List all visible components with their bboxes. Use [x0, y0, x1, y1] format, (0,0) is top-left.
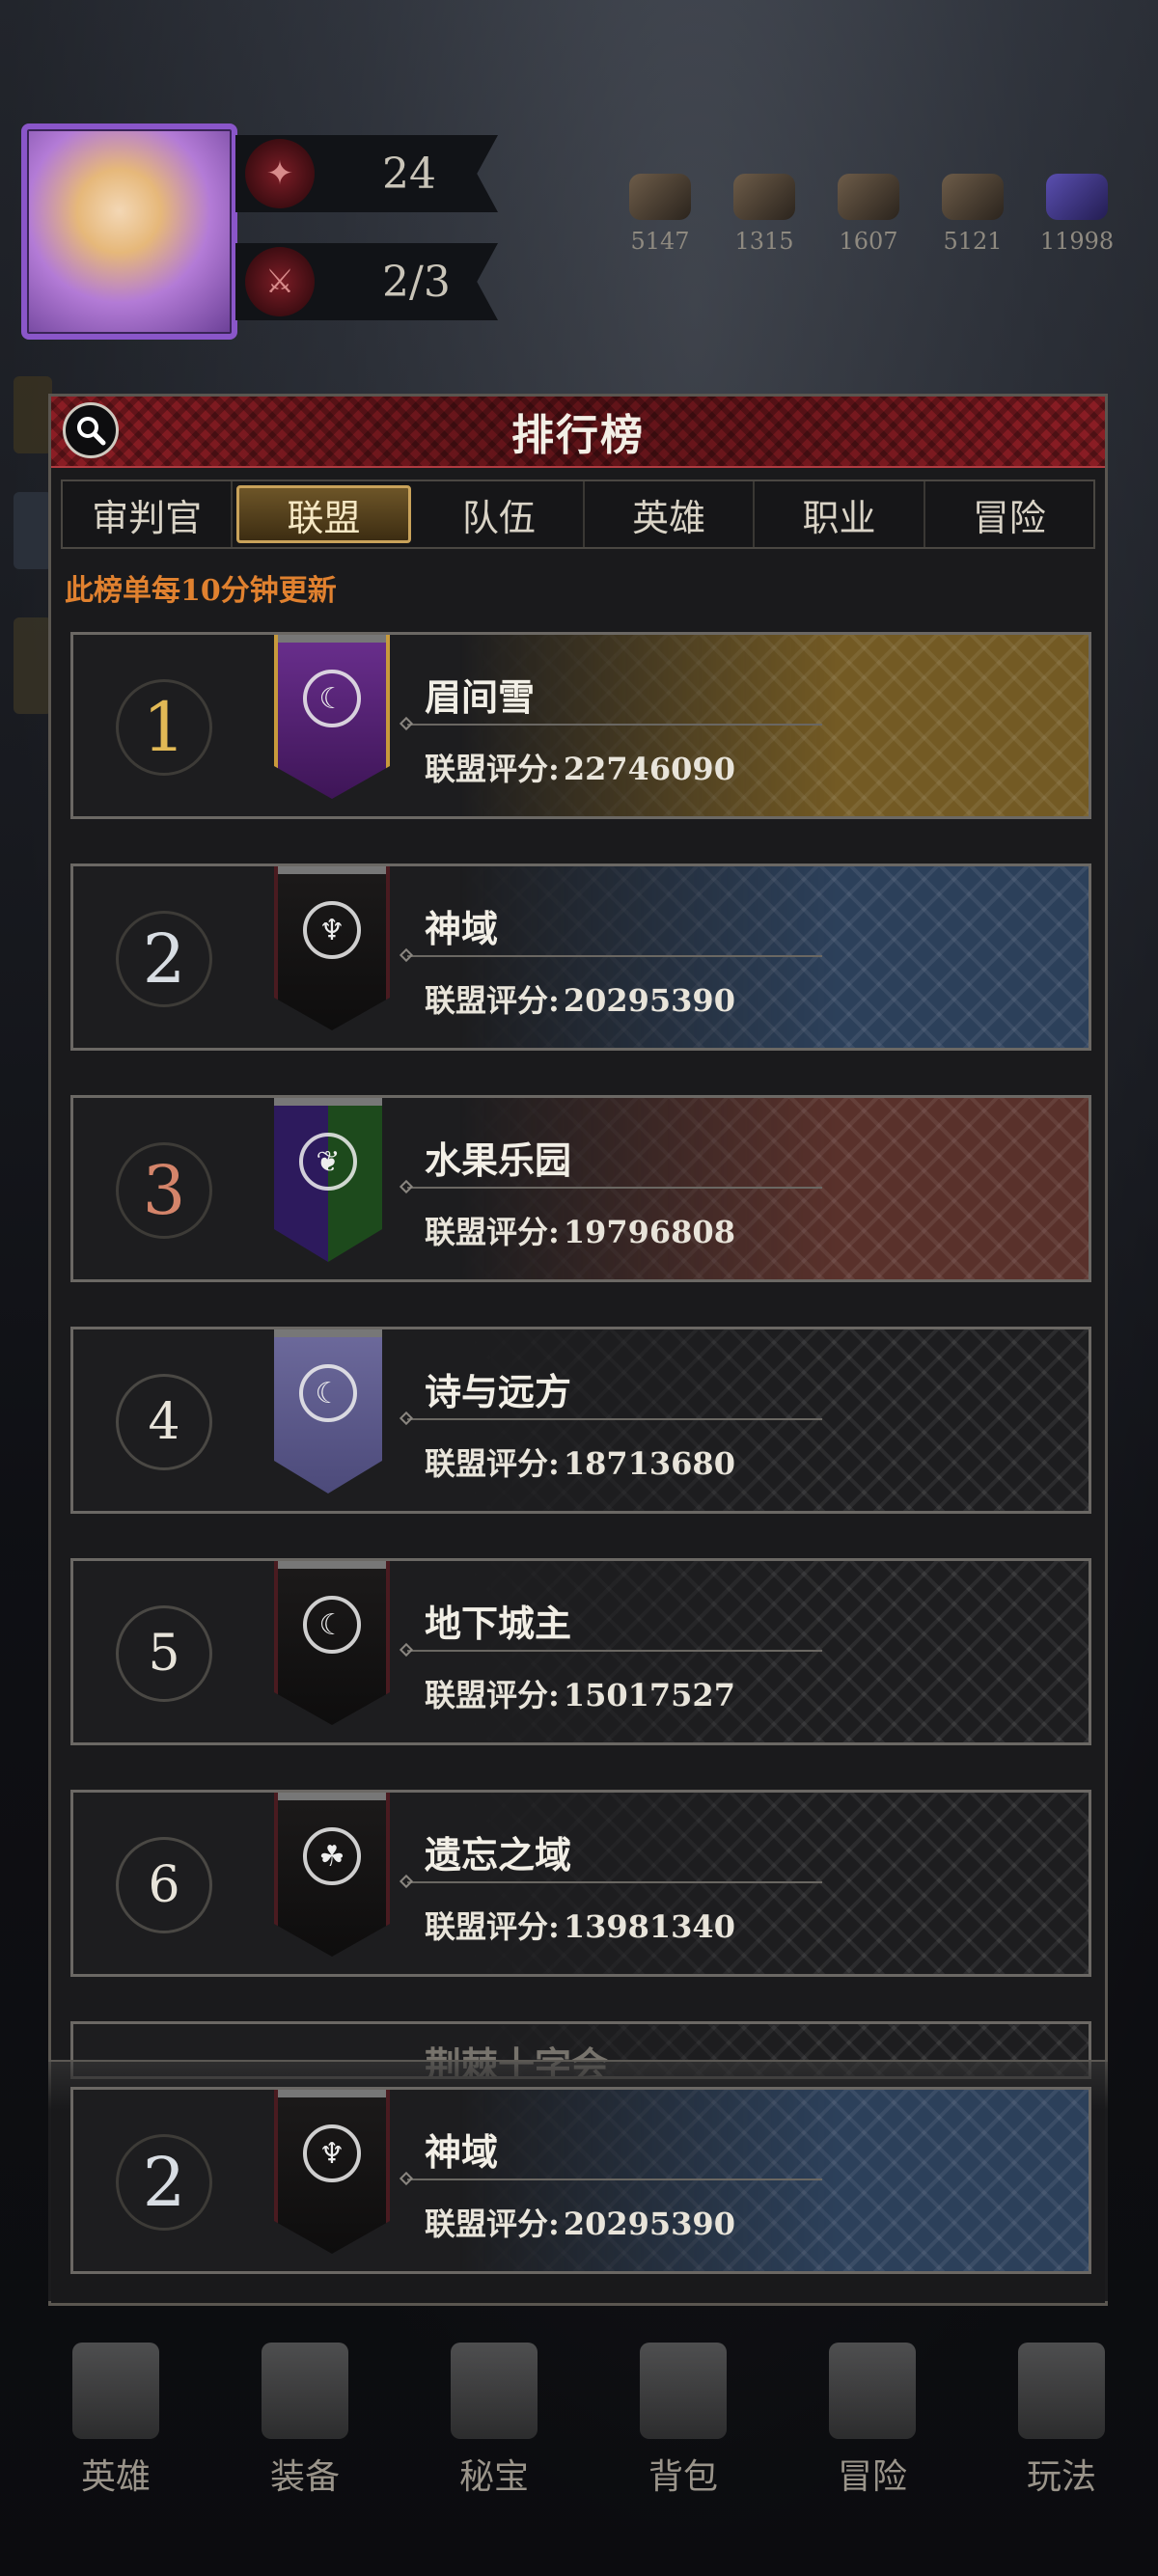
chalice-emblem-icon: ♆	[303, 2124, 361, 2182]
sword-icon	[262, 2343, 348, 2439]
refresh-note: 此榜单每10分钟更新	[65, 574, 337, 608]
crescent-emblem-icon: ☾	[299, 1364, 357, 1422]
side-shortcut[interactable]	[14, 376, 52, 453]
nav-adventure[interactable]: 冒险	[805, 2343, 940, 2499]
crescent-emblem-icon: ☾	[303, 1596, 361, 1654]
search-button[interactable]	[63, 402, 119, 458]
alliance-score: 联盟评分: 19796808	[425, 1214, 735, 1250]
row-divider	[407, 2179, 822, 2180]
list-item[interactable]: 6 ☘ 遗忘之域 联盟评分: 13981340	[70, 1790, 1091, 1977]
alliance-score: 联盟评分: 22746090	[425, 751, 735, 787]
alliance-name: 遗忘之域	[425, 1833, 572, 1877]
alliance-name: 水果乐园	[425, 1138, 572, 1182]
tab-judge[interactable]: 审判官	[63, 481, 234, 547]
alliance-banner-icon: ☾	[274, 1329, 382, 1494]
rank-emblem-icon: ✦	[245, 139, 315, 208]
chalice-emblem-icon: ♆	[303, 901, 361, 959]
list-item[interactable]: 2 ♆ 神域 联盟评分: 20295390	[70, 863, 1091, 1051]
level-value: 24	[382, 149, 436, 199]
alliance-name: 地下城主	[425, 1602, 572, 1645]
resource-item[interactable]: 5121	[930, 174, 1015, 255]
modal-title: 排行榜	[511, 411, 645, 460]
ore-icon	[733, 174, 795, 220]
alliance-score: 联盟评分: 15017527	[425, 1677, 735, 1713]
rank-badge: 6	[116, 1837, 212, 1933]
hero-icon	[72, 2343, 159, 2439]
alliance-banner-icon: ♆	[274, 866, 390, 1030]
stamina-indicator: ⚔ 2/3	[235, 243, 498, 320]
stamina-icon: ⚔	[245, 247, 315, 316]
alliance-score: 联盟评分: 20295390	[425, 2206, 735, 2242]
bottom-nav: 英雄 装备 秘宝 背包 冒险 玩法	[48, 2316, 1129, 2499]
nav-backpack[interactable]: 背包	[616, 2343, 751, 2499]
nav-heroes[interactable]: 英雄	[48, 2343, 183, 2499]
row-divider	[407, 1187, 822, 1189]
side-shortcut[interactable]	[14, 492, 52, 569]
list-item[interactable]: 1 ☾ 眉间雪 联盟评分: 22746090	[70, 632, 1091, 819]
row-divider	[407, 955, 822, 957]
crystal-icon	[1046, 174, 1108, 220]
row-divider	[407, 724, 822, 726]
tab-adventure[interactable]: 冒险	[925, 481, 1093, 547]
alliance-name: 神域	[425, 907, 499, 950]
resource-item[interactable]: 1607	[826, 174, 911, 255]
alliance-banner-icon: ❦	[274, 1098, 382, 1262]
alliance-name: 眉间雪	[425, 675, 536, 719]
resource-item[interactable]: 11998	[1034, 174, 1119, 255]
leather-icon	[629, 174, 691, 220]
tab-team[interactable]: 队伍	[415, 481, 585, 547]
side-shortcut[interactable]	[14, 617, 52, 714]
player-avatar[interactable]	[21, 123, 237, 340]
alliance-score: 联盟评分: 13981340	[425, 1908, 735, 1945]
gate-icon	[1018, 2343, 1105, 2439]
tree-emblem-icon: ❦	[299, 1133, 357, 1191]
modal-header: 排行榜	[51, 397, 1105, 468]
chalice-icon	[451, 2343, 538, 2439]
alliance-score: 联盟评分: 18713680	[425, 1445, 735, 1482]
list-item[interactable]: 5 ☾ 地下城主 联盟评分: 15017527	[70, 1558, 1091, 1745]
list-item[interactable]: 3 ❦ 水果乐园 联盟评分: 19796808	[70, 1095, 1091, 1282]
stamina-value: 2/3	[382, 257, 451, 307]
crossed-swords-icon	[829, 2343, 916, 2439]
leaderboard-modal: 排行榜 审判官 联盟 队伍 英雄 职业 冒险 此榜单每10分钟更新 1 ☾ 眉间…	[48, 394, 1108, 2306]
alliance-banner-icon: ☘	[274, 1793, 390, 1957]
rank-badge: 2	[116, 2134, 212, 2231]
gold-icon	[942, 174, 1004, 220]
row-divider	[407, 1418, 822, 1420]
tab-hero[interactable]: 英雄	[585, 481, 756, 547]
search-icon	[77, 417, 106, 446]
resource-bar: 5147 1315 1607 5121 11998	[618, 174, 1119, 255]
rank-badge: 1	[116, 679, 212, 776]
alliance-banner-icon: ♆	[274, 2090, 390, 2254]
crescent-emblem-icon: ☾	[303, 670, 361, 727]
tab-class[interactable]: 职业	[755, 481, 925, 547]
alliance-name: 神域	[425, 2130, 499, 2174]
rank-badge: 3	[116, 1142, 212, 1239]
stone-icon	[838, 174, 899, 220]
row-divider	[407, 1881, 822, 1883]
rank-badge: 4	[116, 1374, 212, 1470]
leaderboard-tabs: 审判官 联盟 队伍 英雄 职业 冒险	[61, 480, 1095, 549]
nav-equipment[interactable]: 装备	[237, 2343, 372, 2499]
backpack-icon	[640, 2343, 727, 2439]
alliance-score: 联盟评分: 20295390	[425, 982, 735, 1019]
alliance-name: 诗与远方	[425, 1370, 572, 1413]
alliance-banner-icon: ☾	[274, 1561, 390, 1725]
alliance-banner-icon: ☾	[274, 635, 390, 799]
nav-gameplay[interactable]: 玩法	[994, 2343, 1129, 2499]
level-indicator: ✦ 24	[235, 135, 498, 212]
rank-badge: 5	[116, 1605, 212, 1702]
resource-item[interactable]: 5147	[618, 174, 703, 255]
rank-badge: 2	[116, 911, 212, 1007]
resource-item[interactable]: 1315	[722, 174, 807, 255]
list-item[interactable]: 4 ☾ 诗与远方 联盟评分: 18713680	[70, 1327, 1091, 1514]
nav-treasure[interactable]: 秘宝	[427, 2343, 562, 2499]
tab-alliance[interactable]: 联盟	[236, 485, 411, 543]
row-divider	[407, 1650, 822, 1652]
my-alliance-row[interactable]: 2 ♆ 神域 联盟评分: 20295390	[70, 2087, 1091, 2274]
triquetra-emblem-icon: ☘	[303, 1827, 361, 1885]
